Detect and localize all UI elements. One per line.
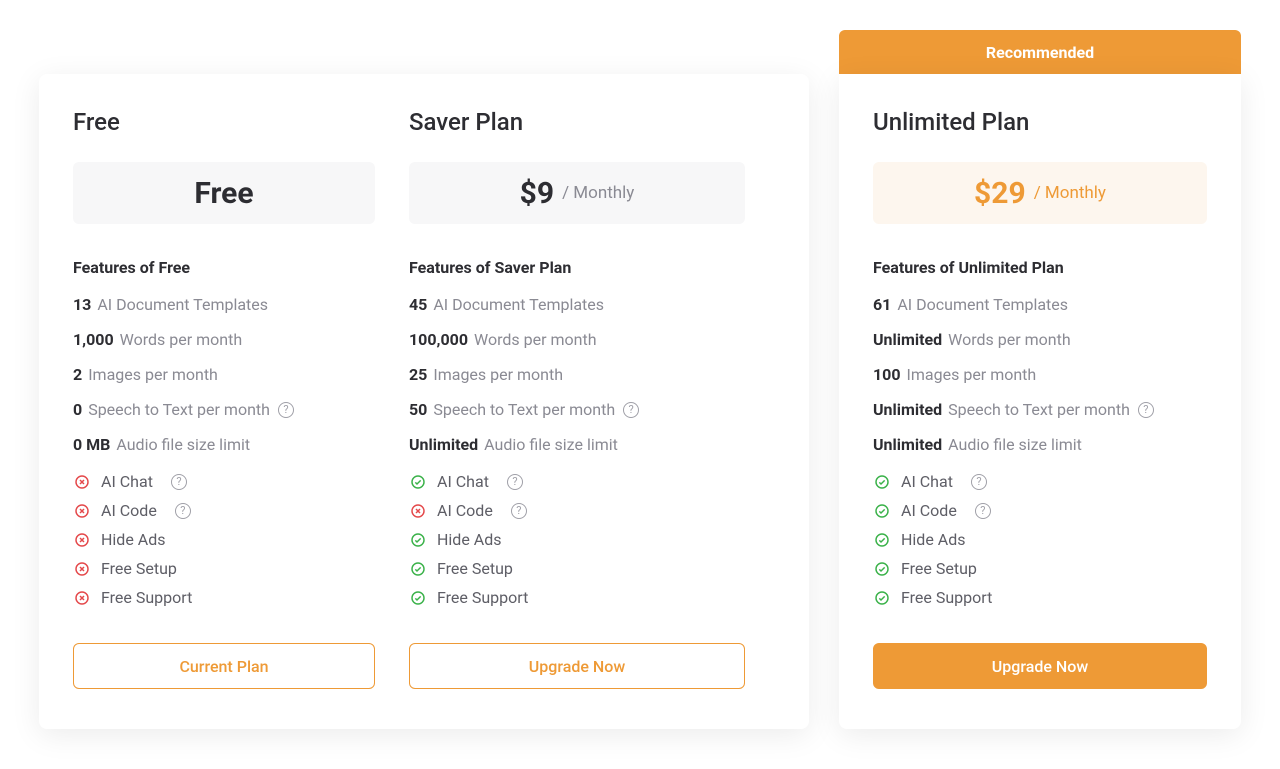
quota-list: 45AI Document Templates 100,000Words per… xyxy=(409,295,745,470)
upgrade-button[interactable]: Upgrade Now xyxy=(873,643,1207,689)
check-icon xyxy=(409,531,427,549)
check-code: AI Code? xyxy=(873,501,1207,520)
price-value: $29 xyxy=(974,176,1026,211)
quota-images: 100Images per month xyxy=(873,365,1207,384)
x-icon xyxy=(73,560,91,578)
help-icon[interactable]: ? xyxy=(175,503,191,519)
check-list: AI Chat? AI Code? Hide Ads Free Setup Fr… xyxy=(409,472,745,617)
quota-audio: UnlimitedAudio file size limit xyxy=(409,435,745,454)
x-icon xyxy=(73,531,91,549)
check-support: Free Support xyxy=(873,588,1207,607)
check-setup: Free Setup xyxy=(73,559,375,578)
check-ads: Hide Ads xyxy=(73,530,375,549)
upgrade-button[interactable]: Upgrade Now xyxy=(409,643,745,689)
x-icon xyxy=(73,589,91,607)
quota-audio: 0 MBAudio file size limit xyxy=(73,435,375,454)
help-icon[interactable]: ? xyxy=(1138,402,1154,418)
features-heading: Features of Unlimited Plan xyxy=(873,258,1207,277)
price-period: / Monthly xyxy=(1034,183,1106,203)
quota-speech: UnlimitedSpeech to Text per month? xyxy=(873,400,1207,419)
check-support: Free Support xyxy=(73,588,375,607)
check-icon xyxy=(409,473,427,491)
quota-templates: 13AI Document Templates xyxy=(73,295,375,314)
check-code: AI Code? xyxy=(73,501,375,520)
check-chat: AI Chat? xyxy=(409,472,745,491)
check-support: Free Support xyxy=(409,588,745,607)
check-ads: Hide Ads xyxy=(409,530,745,549)
check-ads: Hide Ads xyxy=(873,530,1207,549)
plan-name: Free xyxy=(73,108,375,136)
plan-card-unlimited: Unlimited Plan $29 / Monthly Features of… xyxy=(839,74,1241,729)
check-icon xyxy=(873,531,891,549)
x-icon xyxy=(73,502,91,520)
help-icon[interactable]: ? xyxy=(507,474,523,490)
check-icon xyxy=(409,560,427,578)
price-period: / Monthly xyxy=(562,183,634,203)
help-icon[interactable]: ? xyxy=(171,474,187,490)
quota-list: 13AI Document Templates 1,000Words per m… xyxy=(73,295,375,470)
quota-templates: 61AI Document Templates xyxy=(873,295,1207,314)
help-icon[interactable]: ? xyxy=(278,402,294,418)
help-icon[interactable]: ? xyxy=(975,503,991,519)
features-heading: Features of Saver Plan xyxy=(409,258,745,277)
quota-words: 100,000Words per month xyxy=(409,330,745,349)
check-icon xyxy=(873,589,891,607)
plan-card-free: Free Free Features of Free 13AI Document… xyxy=(39,74,409,729)
plan-card-saver: Saver Plan $9 / Monthly Features of Save… xyxy=(409,74,779,729)
features-heading: Features of Free xyxy=(73,258,375,277)
check-icon xyxy=(873,560,891,578)
price-value: Free xyxy=(194,176,253,211)
check-icon xyxy=(873,473,891,491)
quota-words: UnlimitedWords per month xyxy=(873,330,1207,349)
help-icon[interactable]: ? xyxy=(971,474,987,490)
quota-speech: 50Speech to Text per month? xyxy=(409,400,745,419)
quota-images: 2Images per month xyxy=(73,365,375,384)
quota-templates: 45AI Document Templates xyxy=(409,295,745,314)
recommended-badge: Recommended xyxy=(839,30,1241,74)
plan-name: Saver Plan xyxy=(409,108,745,136)
quota-speech: 0Speech to Text per month? xyxy=(73,400,375,419)
check-icon xyxy=(409,589,427,607)
x-icon xyxy=(409,502,427,520)
plan-name: Unlimited Plan xyxy=(873,108,1207,136)
check-icon xyxy=(873,502,891,520)
check-list: AI Chat? AI Code? Hide Ads Free Setup Fr… xyxy=(73,472,375,617)
check-code: AI Code? xyxy=(409,501,745,520)
check-setup: Free Setup xyxy=(409,559,745,578)
help-icon[interactable]: ? xyxy=(511,503,527,519)
check-setup: Free Setup xyxy=(873,559,1207,578)
x-icon xyxy=(73,473,91,491)
check-list: AI Chat? AI Code? Hide Ads Free Setup Fr… xyxy=(873,472,1207,617)
price-box: Free xyxy=(73,162,375,224)
price-box: $9 / Monthly xyxy=(409,162,745,224)
quota-audio: UnlimitedAudio file size limit xyxy=(873,435,1207,454)
check-chat: AI Chat? xyxy=(873,472,1207,491)
quota-images: 25Images per month xyxy=(409,365,745,384)
check-chat: AI Chat? xyxy=(73,472,375,491)
current-plan-button[interactable]: Current Plan xyxy=(73,643,375,689)
price-box: $29 / Monthly xyxy=(873,162,1207,224)
price-value: $9 xyxy=(520,176,554,211)
help-icon[interactable]: ? xyxy=(623,402,639,418)
quota-list: 61AI Document Templates UnlimitedWords p… xyxy=(873,295,1207,470)
quota-words: 1,000Words per month xyxy=(73,330,375,349)
